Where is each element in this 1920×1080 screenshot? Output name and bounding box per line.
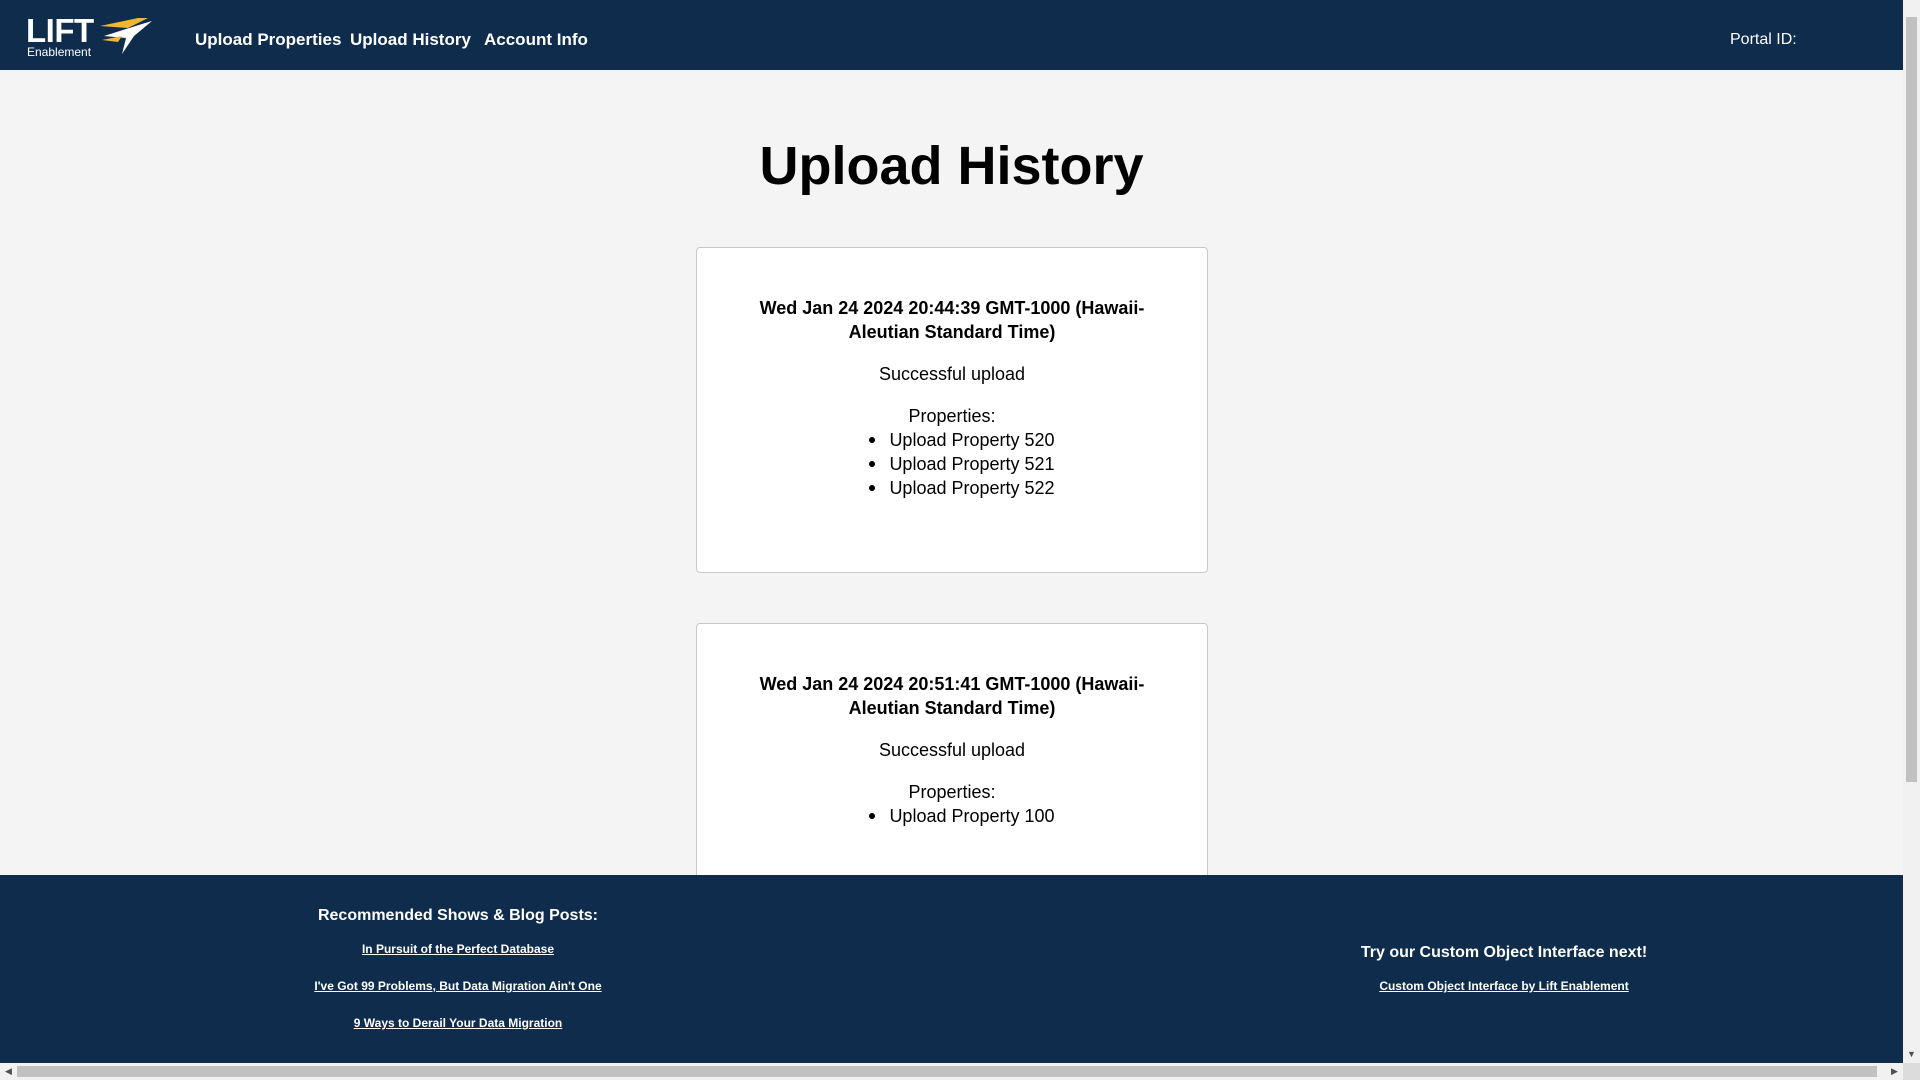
upload-card: Wed Jan 24 2024 20:44:39 GMT-1000 (Hawai… (696, 247, 1208, 573)
upload-date: Wed Jan 24 2024 20:44:39 GMT-1000 (Hawai… (759, 298, 1145, 342)
properties-list: Upload Property 100 (697, 804, 1207, 828)
portal-id-label: Portal ID: (1730, 31, 1797, 48)
properties-label: Properties: (908, 406, 996, 426)
page-footer: Recommended Shows & Blog Posts: In Pursu… (0, 875, 1903, 1063)
nav-upload-properties[interactable]: Upload Properties (195, 28, 341, 52)
footer-custom-object-title: Try our Custom Object Interface next! (1360, 944, 1648, 961)
brand-logo[interactable]: LIFT Enablement (26, 12, 156, 60)
bullet-icon (869, 484, 876, 491)
scroll-right-arrow-icon[interactable]: ▶ (1886, 1063, 1903, 1080)
property-list-item: Upload Property 521 (697, 452, 1207, 476)
footer-link-perfect-database[interactable]: In Pursuit of the Perfect Database (258, 941, 658, 958)
property-name: Upload Property 521 (889, 454, 1055, 474)
horizontal-scrollbar[interactable]: ◀ ▶ (0, 1063, 1903, 1080)
nav-account-info[interactable]: Account Info (484, 28, 588, 52)
vertical-scrollbar[interactable]: ▼ (1903, 0, 1920, 1063)
property-list-item: Upload Property 100 (697, 804, 1207, 828)
lift-wing-icon (100, 18, 152, 54)
scroll-down-arrow-icon[interactable]: ▼ (1903, 1046, 1920, 1063)
upload-status: Successful upload (878, 364, 1026, 384)
horizontal-scrollbar-thumb[interactable] (17, 1066, 1877, 1077)
browser-viewport: LIFT Enablement Upload Properties Upload… (0, 0, 1903, 1063)
vertical-scrollbar-thumb[interactable] (1906, 17, 1917, 782)
footer-custom-object: Try our Custom Object Interface next! Cu… (1304, 942, 1704, 1015)
bullet-icon (869, 812, 876, 819)
upload-date: Wed Jan 24 2024 20:51:41 GMT-1000 (Hawai… (759, 674, 1145, 718)
property-name: Upload Property 100 (889, 806, 1055, 826)
scrollbar-corner (1903, 1063, 1920, 1080)
bullet-icon (869, 460, 876, 467)
property-name: Upload Property 520 (889, 430, 1055, 450)
upload-status: Successful upload (878, 740, 1026, 760)
scroll-left-arrow-icon[interactable]: ◀ (0, 1063, 17, 1080)
page-title: Upload History (759, 136, 1144, 196)
bullet-icon (869, 436, 876, 443)
properties-list: Upload Property 520 Upload Property 521 … (697, 428, 1207, 500)
footer-link-99-problems[interactable]: I've Got 99 Problems, But Data Migration… (258, 978, 658, 995)
top-navbar: LIFT Enablement Upload Properties Upload… (0, 0, 1903, 70)
footer-link-custom-object-interface[interactable]: Custom Object Interface by Lift Enableme… (1304, 978, 1704, 995)
logo-text: LIFT (26, 12, 94, 49)
footer-link-derail-migration[interactable]: 9 Ways to Derail Your Data Migration (258, 1015, 658, 1032)
nav-upload-history[interactable]: Upload History (350, 28, 471, 52)
properties-label: Properties: (908, 782, 996, 802)
property-list-item: Upload Property 520 (697, 428, 1207, 452)
property-name: Upload Property 522 (889, 478, 1055, 498)
footer-recommended-title: Recommended Shows & Blog Posts: (317, 907, 599, 924)
footer-recommended: Recommended Shows & Blog Posts: In Pursu… (258, 905, 658, 1052)
property-list-item: Upload Property 522 (697, 476, 1207, 500)
logo-subtext: Enablement (27, 45, 92, 59)
